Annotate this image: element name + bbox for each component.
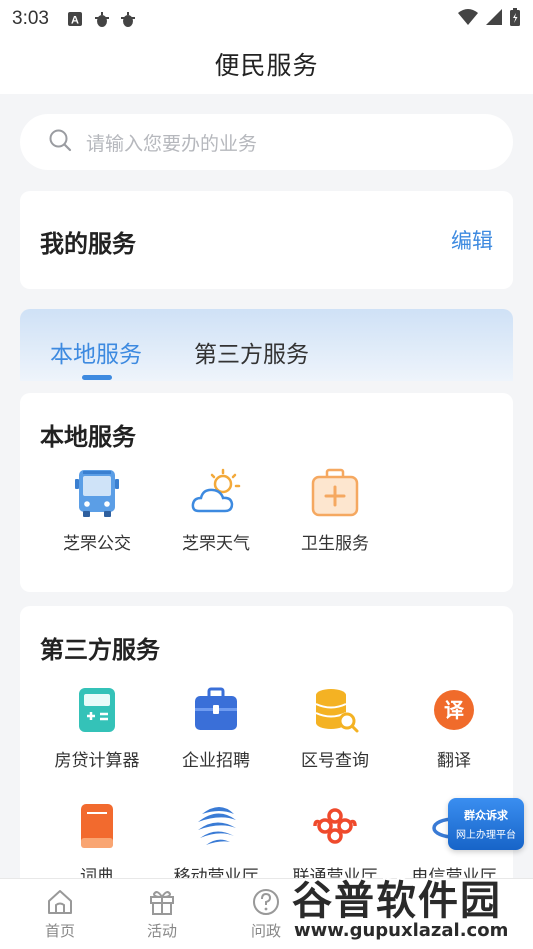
briefcase-icon xyxy=(195,687,237,730)
service-health[interactable]: 卫生服务 xyxy=(276,467,394,554)
local-services-title: 本地服务 xyxy=(40,423,136,451)
calculator-icon xyxy=(79,688,115,732)
badge-line2: 网上办理平台 xyxy=(456,830,516,841)
weather-icon xyxy=(191,468,241,513)
service-job-recruitment[interactable]: 企业招聘 xyxy=(157,684,275,771)
title-bar: 便民服务 xyxy=(0,38,533,94)
public-appeal-platform-button[interactable]: 群众诉求 网上办理平台 xyxy=(448,798,524,850)
service-china-mobile[interactable]: 移动营业厅 xyxy=(157,800,275,887)
wifi-icon xyxy=(457,8,479,31)
service-label: 卫生服务 xyxy=(301,534,369,554)
translate-icon: 译 xyxy=(434,690,474,730)
active-tab-indicator xyxy=(82,375,112,380)
cell-signal-icon xyxy=(485,8,503,31)
search-input[interactable]: 请输入您要办的业务 xyxy=(20,114,513,170)
search-area: 请输入您要办的业务 xyxy=(0,94,533,172)
service-zhifu-bus[interactable]: 芝罘公交 xyxy=(38,467,156,554)
tab-third-party-services[interactable]: 第三方服务 xyxy=(194,335,309,369)
book-icon xyxy=(81,804,113,848)
battery-icon xyxy=(509,7,521,32)
service-mortgage-calculator[interactable]: 房贷计算器 xyxy=(38,684,156,771)
service-zhifu-weather[interactable]: 芝罘天气 xyxy=(157,467,275,554)
nav-label: 活动 xyxy=(146,922,177,940)
watermark-title: 谷普软件园 xyxy=(292,878,502,924)
notification-a-icon: A xyxy=(67,11,83,27)
home-icon xyxy=(48,890,72,914)
nav-home[interactable]: 首页 xyxy=(20,887,100,941)
database-search-icon xyxy=(315,689,359,733)
nav-activity[interactable]: 活动 xyxy=(122,887,202,941)
question-icon xyxy=(253,889,279,915)
service-tabs: 本地服务 第三方服务 xyxy=(20,309,513,381)
search-icon xyxy=(48,128,72,156)
service-area-code-lookup[interactable]: 区号查询 xyxy=(276,684,394,771)
service-dictionary[interactable]: 词典 xyxy=(38,800,156,887)
third-party-services-title: 第三方服务 xyxy=(40,636,160,664)
svg-text:A: A xyxy=(71,15,79,27)
my-services-title: 我的服务 xyxy=(40,230,136,258)
status-bar: 3:03 A xyxy=(0,0,533,38)
status-time: 3:03 xyxy=(12,8,49,29)
nav-label: 首页 xyxy=(44,922,75,940)
service-translate[interactable]: 译 翻译 xyxy=(395,684,513,771)
search-placeholder: 请输入您要办的业务 xyxy=(86,132,258,155)
page-title: 便民服务 xyxy=(214,51,319,80)
site-watermark: 谷普软件园 www.gupuxlazal.com xyxy=(292,868,532,946)
service-label: 区号查询 xyxy=(301,751,369,771)
service-label: 翻译 xyxy=(437,751,471,771)
my-services-card: 我的服务 编辑 xyxy=(20,191,513,289)
third-party-services-card: 第三方服务 房贷计算器 企业招聘 区号查询 译 翻译 词典 移动营业厅 联通营业… xyxy=(20,606,513,896)
watermark-url: www.gupuxlazal.com xyxy=(294,920,509,941)
edit-button[interactable]: 编辑 xyxy=(451,225,493,255)
badge-line1: 群众诉求 xyxy=(464,809,508,822)
service-label: 芝罘公交 xyxy=(63,534,131,554)
gift-icon xyxy=(150,891,174,915)
bug-icon xyxy=(119,11,135,27)
service-label: 企业招聘 xyxy=(182,751,250,771)
tab-local-services[interactable]: 本地服务 xyxy=(50,335,142,369)
service-label: 芝罘天气 xyxy=(182,534,250,554)
svg-text:译: 译 xyxy=(444,698,465,722)
china-mobile-icon xyxy=(198,807,236,845)
bug-icon xyxy=(93,11,109,27)
medical-kit-icon xyxy=(311,468,359,517)
bus-icon xyxy=(75,470,119,517)
local-services-card: 本地服务 芝罘公交 芝罘天气 卫生服务 xyxy=(20,393,513,592)
china-unicom-icon xyxy=(313,808,357,844)
service-label: 房贷计算器 xyxy=(54,751,140,771)
